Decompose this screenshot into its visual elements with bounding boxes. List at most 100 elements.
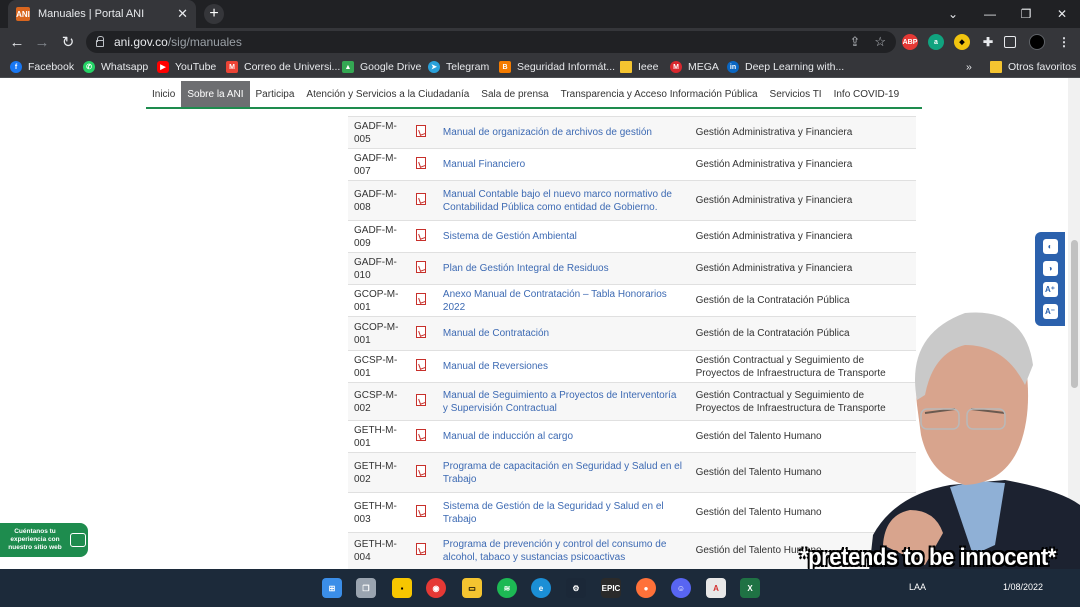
contrast-toggle-icon[interactable]: ◑ [1042, 260, 1058, 276]
extensions-puzzle-icon[interactable]: ✚ [980, 34, 996, 50]
whatsapp-icon: ✆ [83, 61, 95, 73]
steam-icon[interactable]: ⚙ [566, 578, 586, 598]
extension-icon[interactable]: ◆ [954, 34, 970, 50]
nav-atencion[interactable]: Atención y Servicios a la Ciudadanía [300, 81, 475, 107]
more-bookmarks-icon[interactable]: » [966, 56, 972, 78]
adblock-extension-icon[interactable]: ABP [902, 34, 918, 50]
bookmark-ieee[interactable]: Ieee [620, 56, 658, 78]
tab-strip: ANI Manuales | Portal ANI ✕ + ⌄ — ❐ ✕ [0, 0, 1080, 28]
share-icon[interactable]: ⇪ [849, 34, 860, 50]
side-panel-icon[interactable] [1004, 36, 1016, 48]
manual-code: GETH-M- 002 [348, 452, 405, 493]
bookmark-mega[interactable]: M MEGA [670, 56, 719, 78]
firefox-icon[interactable]: ● [636, 578, 656, 598]
restore-button[interactable]: ❐ [1008, 0, 1044, 28]
epic-games-icon[interactable]: EPIC [601, 578, 621, 598]
chrome-icon[interactable]: ◉ [426, 578, 446, 598]
nav-info-covid[interactable]: Info COVID-19 [828, 81, 906, 107]
back-button[interactable]: ← [5, 28, 29, 56]
task-view-icon[interactable]: ❐ [356, 578, 376, 598]
manual-title-link[interactable]: Manual Financiero [436, 148, 690, 181]
bookmark-facebook[interactable]: f Facebook [10, 56, 74, 78]
manual-code-prefix: GADF-M- [354, 224, 397, 236]
bookmark-whatsapp[interactable]: ✆ Whatsapp [83, 56, 148, 78]
pdf-icon[interactable] [415, 229, 426, 241]
nav-transparencia[interactable]: Transparencia y Acceso Información Públi… [555, 81, 764, 107]
manual-code: GADF-M- 007 [348, 148, 405, 181]
contrast-icon[interactable]: ◐ [1042, 239, 1058, 255]
acrobat-icon[interactable]: A [706, 578, 726, 598]
telegram-icon: ➤ [428, 61, 440, 73]
pdf-icon[interactable] [415, 193, 426, 205]
bookmark-seguridad[interactable]: B Seguridad Informát... [499, 56, 615, 78]
bookmark-youtube[interactable]: ▶ YouTube [157, 56, 216, 78]
manual-title-link[interactable]: Manual Contable bajo el nuevo marco norm… [436, 180, 690, 221]
manual-title-link[interactable]: Programa de prevención y control del con… [436, 532, 690, 569]
pdf-icon[interactable] [415, 293, 426, 305]
windows-start-icon[interactable]: ⊞ [322, 578, 342, 598]
bookmark-deep-learning[interactable]: in Deep Learning with... [727, 56, 844, 78]
address-bar[interactable]: ani.gov.co/sig/manuales ⇪ ☆ [86, 31, 896, 53]
pdf-icon[interactable] [415, 429, 426, 441]
pdf-cell [404, 316, 437, 351]
pdf-icon[interactable] [415, 505, 426, 517]
manual-title-link[interactable]: Manual de inducción al cargo [436, 420, 690, 453]
manual-code: GADF-M- 009 [348, 220, 405, 253]
clock-date[interactable]: 1/08/2022 [1003, 582, 1043, 592]
manual-title-link[interactable]: Sistema de Gestión de la Seguridad y Sal… [436, 492, 690, 533]
manual-title-link[interactable]: Anexo Manual de Contratación – Tabla Hon… [436, 284, 690, 317]
language-indicator[interactable]: LAA [909, 582, 926, 592]
manual-title-link[interactable]: Manual de organización de archivos de ge… [436, 116, 690, 149]
table-row: GCOP-M- 001 Anexo Manual de Contratación –… [348, 284, 916, 317]
bookmark-telegram[interactable]: ➤ Telegram [428, 56, 489, 78]
minimize-button[interactable]: — [972, 0, 1008, 28]
pdf-icon[interactable] [415, 125, 426, 137]
profile-avatar[interactable] [1029, 34, 1045, 50]
pdf-icon[interactable] [415, 394, 426, 406]
edge-icon[interactable]: e [531, 578, 551, 598]
browser-tab[interactable]: ANI Manuales | Portal ANI ✕ [8, 0, 196, 28]
manual-code-prefix: GADF-M- [354, 256, 397, 268]
nav-participa[interactable]: Participa [250, 81, 301, 107]
table-row: GADF-M- 010 Plan de Gestión Integral de Re… [348, 252, 916, 285]
close-window-button[interactable]: ✕ [1044, 0, 1080, 28]
discord-icon[interactable]: ☺ [671, 578, 691, 598]
manual-title-link[interactable]: Manual de Reversiones [436, 350, 690, 383]
pdf-icon[interactable] [415, 465, 426, 477]
pdf-icon[interactable] [415, 543, 426, 556]
manual-title-link[interactable]: Manual de Contratación [436, 316, 690, 351]
excel-icon[interactable]: X [740, 578, 760, 598]
manual-title-link[interactable]: Plan de Gestión Integral de Residuos [436, 252, 690, 285]
manual-code-number: 010 [354, 269, 371, 281]
sticky-notes-icon[interactable]: ▪ [392, 578, 412, 598]
font-increase-icon[interactable]: A⁺ [1042, 282, 1058, 298]
manual-title-link[interactable]: Programa de capacitación en Seguridad y … [436, 452, 690, 493]
bookmark-other-favorites[interactable]: Otros favoritos [990, 56, 1076, 78]
bookmark-star-icon[interactable]: ☆ [874, 34, 886, 50]
nav-sala-de-prensa[interactable]: Sala de prensa [475, 81, 554, 107]
nav-servicios-ti[interactable]: Servicios TI [764, 81, 828, 107]
bookmark-correo[interactable]: M Correo de Universi... [226, 56, 340, 78]
pdf-icon[interactable] [415, 261, 426, 273]
pdf-cell [404, 116, 437, 149]
spotify-icon[interactable]: ≋ [497, 578, 517, 598]
feedback-widget[interactable]: Cuéntanos tu experiencia con nuestro sit… [0, 523, 88, 557]
manual-title-link[interactable]: Sistema de Gestión Ambiental [436, 220, 690, 253]
manual-title-link[interactable]: Manual de Seguimiento a Proyectos de Int… [436, 382, 690, 421]
pdf-icon[interactable] [415, 157, 426, 169]
pdf-icon[interactable] [415, 359, 426, 371]
nav-inicio[interactable]: Inicio [146, 81, 181, 107]
pdf-icon[interactable] [415, 326, 426, 338]
tab-search-icon[interactable]: ⌄ [935, 0, 971, 28]
bookmark-google-drive[interactable]: ▲ Google Drive [342, 56, 421, 78]
grammar-extension-icon[interactable]: a [928, 34, 944, 50]
close-tab-icon[interactable]: ✕ [177, 6, 188, 22]
file-explorer-icon[interactable]: ▭ [462, 578, 482, 598]
new-tab-button[interactable]: + [204, 4, 224, 24]
forward-button[interactable]: → [30, 28, 54, 56]
nav-sobre-la-ani[interactable]: Sobre la ANI [181, 81, 250, 107]
reload-button[interactable]: ↻ [56, 28, 80, 56]
menu-kebab-icon[interactable]: ⋮ [1056, 34, 1072, 50]
pdf-cell [404, 350, 437, 383]
bookmark-label: Facebook [28, 61, 75, 73]
